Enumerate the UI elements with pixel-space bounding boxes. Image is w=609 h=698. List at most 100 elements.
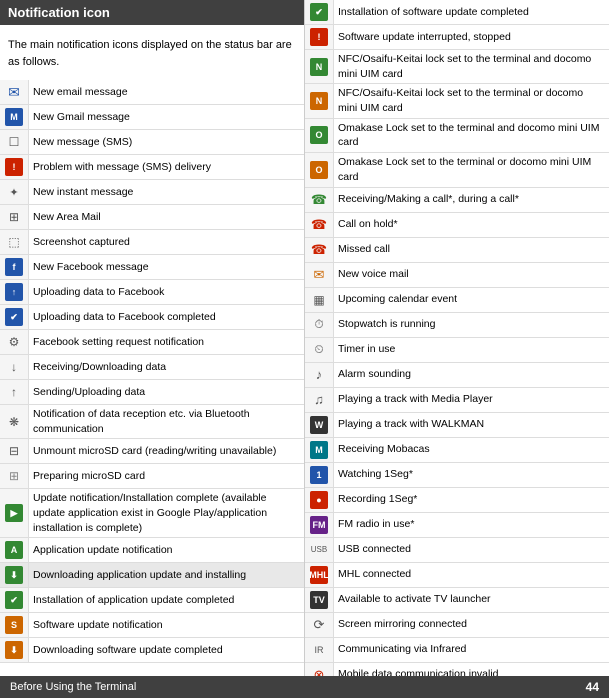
icon-cell: ⚙	[0, 330, 29, 355]
icon-cell: S	[0, 613, 29, 638]
notification-icon: ✔	[309, 2, 329, 22]
icon-cell: ✔	[0, 588, 29, 613]
notification-icon: O	[309, 125, 329, 145]
icon-cell: IR	[305, 637, 334, 662]
notification-icon: ⬇	[4, 565, 24, 585]
list-item: !Software update interrupted, stopped	[305, 25, 609, 50]
icon-cell: !	[305, 25, 334, 50]
icon-cell: N	[305, 50, 334, 84]
desc-cell: New Facebook message	[29, 255, 305, 280]
notification-icon: ♪	[309, 365, 329, 385]
notification-icon: ⊟	[4, 441, 24, 461]
desc-cell: USB connected	[334, 537, 609, 562]
list-item: NNFC/Osaifu-Keitai lock set to the termi…	[305, 50, 609, 84]
list-item: ♫Playing a track with Media Player	[305, 387, 609, 412]
notification-icon: ⏲	[309, 340, 329, 360]
left-icon-table: ✉New email messageMNew Gmail message☐New…	[0, 80, 304, 663]
notification-icon: ⊞	[4, 466, 24, 486]
list-item: 1Watching 1Seg*	[305, 462, 609, 487]
notification-icon: IR	[309, 640, 329, 660]
icon-cell: ⏲	[305, 337, 334, 362]
desc-cell: Receiving/Downloading data	[29, 355, 305, 380]
list-item: fNew Facebook message	[0, 255, 304, 280]
notification-icon: ✔	[4, 307, 24, 327]
notification-icon: ⬚	[4, 232, 24, 252]
notification-icon: ♫	[309, 390, 329, 410]
intro-text: The main notification icons displayed on…	[0, 31, 304, 80]
list-item: IRCommunicating via Infrared	[305, 637, 609, 662]
list-item: ☐New message (SMS)	[0, 130, 304, 155]
icon-cell: MHL	[305, 562, 334, 587]
icon-cell: ☎	[305, 212, 334, 237]
desc-cell: NFC/Osaifu-Keitai lock set to the termin…	[334, 50, 609, 84]
list-item: WPlaying a track with WALKMAN	[305, 412, 609, 437]
notification-icon: ❋	[4, 412, 24, 432]
notification-icon: M	[4, 107, 24, 127]
icon-cell: ↓	[0, 355, 29, 380]
desc-cell: Screen mirroring connected	[334, 612, 609, 637]
icon-cell: !	[0, 155, 29, 180]
icon-cell: ♫	[305, 387, 334, 412]
desc-cell: Watching 1Seg*	[334, 462, 609, 487]
desc-cell: NFC/Osaifu-Keitai lock set to the termin…	[334, 84, 609, 118]
icon-cell: USB	[305, 537, 334, 562]
list-item: ❋Notification of data reception etc. via…	[0, 405, 304, 439]
notification-icon: ☎	[309, 190, 329, 210]
list-item: ✉New voice mail	[305, 262, 609, 287]
icon-cell: ▶	[0, 489, 29, 538]
list-item: ⊞New Area Mail	[0, 205, 304, 230]
icon-cell: A	[0, 538, 29, 563]
icon-cell: ↑	[0, 380, 29, 405]
list-item: ⚙Facebook setting request notification	[0, 330, 304, 355]
icon-cell: f	[0, 255, 29, 280]
desc-cell: Downloading software update completed	[29, 638, 305, 663]
desc-cell: Receiving/Making a call*, during a call*	[334, 187, 609, 212]
desc-cell: Available to activate TV launcher	[334, 587, 609, 612]
notification-icon: USB	[309, 540, 329, 560]
notification-icon: ▶	[4, 503, 24, 523]
icon-cell: ✔	[0, 305, 29, 330]
notification-icon: ✉	[4, 82, 24, 102]
list-item: USBUSB connected	[305, 537, 609, 562]
icon-cell: ⬚	[0, 230, 29, 255]
desc-cell: New message (SMS)	[29, 130, 305, 155]
desc-cell: Installation of software update complete…	[334, 0, 609, 25]
desc-cell: Application update notification	[29, 538, 305, 563]
desc-cell: Playing a track with WALKMAN	[334, 412, 609, 437]
desc-cell: Uploading data to Facebook	[29, 280, 305, 305]
list-item: ☎Receiving/Making a call*, during a call…	[305, 187, 609, 212]
list-item: OOmakase Lock set to the terminal or doc…	[305, 153, 609, 187]
desc-cell: Missed call	[334, 237, 609, 262]
icon-cell: ✉	[0, 80, 29, 105]
list-item: MNew Gmail message	[0, 105, 304, 130]
notification-icon: TV	[309, 590, 329, 610]
icon-cell: ⟳	[305, 612, 334, 637]
content-area: Notification icon The main notification …	[0, 0, 609, 698]
icon-cell: ⊞	[0, 205, 29, 230]
list-item: ✔Installation of application update comp…	[0, 588, 304, 613]
icon-cell: ✔	[305, 0, 334, 25]
icon-cell: O	[305, 153, 334, 187]
desc-cell: Receiving Mobacas	[334, 437, 609, 462]
notification-icon: FM	[309, 515, 329, 535]
left-column: Notification icon The main notification …	[0, 0, 305, 698]
list-item: ⏱Stopwatch is running	[305, 312, 609, 337]
icon-cell: ❋	[0, 405, 29, 439]
notification-icon: MHL	[309, 565, 329, 585]
list-item: TVAvailable to activate TV launcher	[305, 587, 609, 612]
icon-cell: M	[0, 105, 29, 130]
list-item: ⬇Downloading software update completed	[0, 638, 304, 663]
notification-icon: ↑	[4, 382, 24, 402]
icon-cell: M	[305, 437, 334, 462]
notification-icon: ⬇	[4, 640, 24, 660]
desc-cell: Software update notification	[29, 613, 305, 638]
desc-cell: Problem with message (SMS) delivery	[29, 155, 305, 180]
desc-cell: New Gmail message	[29, 105, 305, 130]
notification-icon: ⊞	[4, 207, 24, 227]
list-item: !Problem with message (SMS) delivery	[0, 155, 304, 180]
notification-icon: ⏱	[309, 315, 329, 335]
notification-icon: A	[4, 540, 24, 560]
desc-cell: Preparing microSD card	[29, 464, 305, 489]
icon-cell: ●	[305, 487, 334, 512]
section-header: Notification icon	[0, 0, 304, 25]
